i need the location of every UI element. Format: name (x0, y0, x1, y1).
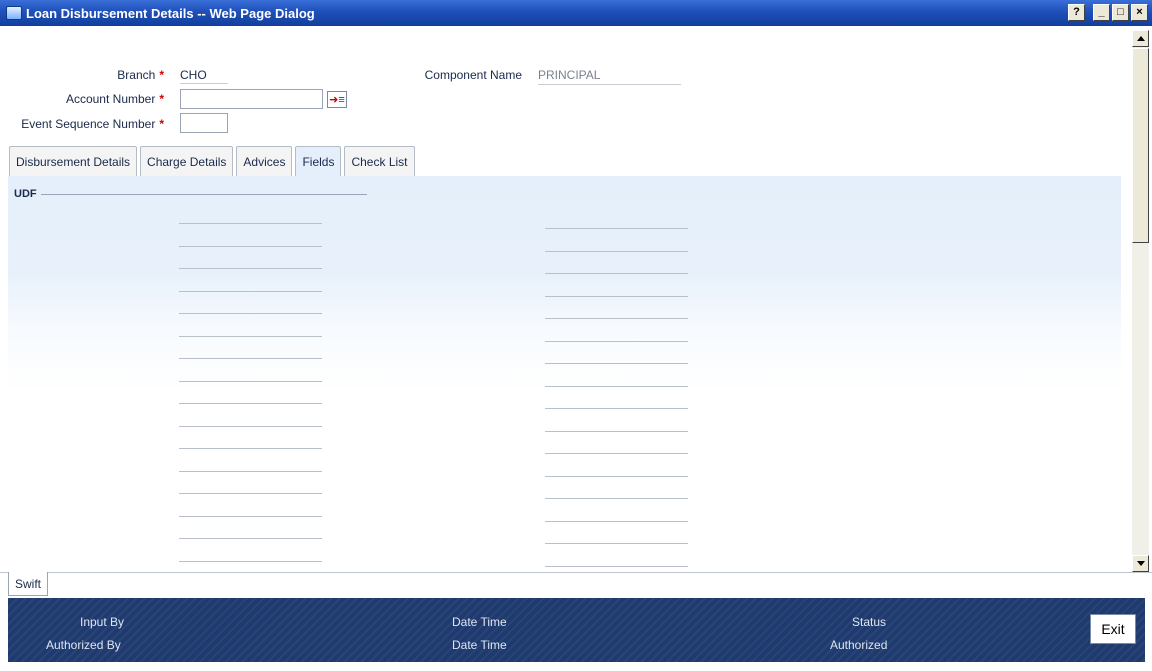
help-button[interactable]: ? (1068, 4, 1085, 21)
udf-field-left[interactable] (179, 425, 322, 427)
udf-field-left[interactable] (179, 380, 322, 382)
tab-advices[interactable]: Advices (236, 146, 293, 176)
udf-field-right[interactable] (545, 453, 688, 454)
window-title: Loan Disbursement Details -- Web Page Di… (26, 5, 315, 21)
required-star: * (159, 92, 164, 106)
udf-field-left[interactable] (179, 515, 322, 517)
udf-field-left[interactable] (179, 560, 322, 562)
udf-field-right[interactable] (545, 543, 688, 544)
udf-field-left[interactable] (179, 403, 322, 404)
component-name-field[interactable]: PRINCIPAL (538, 68, 681, 85)
authorized-by-label: Authorized By (46, 638, 121, 652)
maximize-button[interactable]: □ (1112, 4, 1129, 21)
account-number-lov-button[interactable]: ➜≡ (327, 91, 347, 108)
tab-charge-details[interactable]: Charge Details (140, 146, 234, 176)
tab-swift[interactable]: Swift (8, 572, 48, 596)
udf-field-right[interactable] (545, 565, 688, 567)
vertical-scrollbar[interactable] (1132, 30, 1149, 572)
input-by-label: Input By (80, 615, 125, 629)
udf-field-right[interactable] (545, 318, 688, 319)
tab-disbursement-details[interactable]: Disbursement Details (9, 146, 138, 176)
fields-panel: UDF (8, 176, 1121, 572)
ie-page-icon (6, 6, 22, 20)
date-time-label: Date Time (452, 615, 507, 629)
account-number-label: Account Number * (65, 92, 164, 106)
udf-field-left[interactable] (179, 290, 322, 292)
tab-fields[interactable]: Fields (295, 146, 342, 176)
window-controls: ? _ □ × (1068, 4, 1148, 21)
udf-field-right[interactable] (545, 295, 688, 297)
scroll-thumb[interactable] (1132, 48, 1149, 243)
tab-bar: Disbursement Details Charge Details Advi… (9, 146, 415, 176)
udf-field-right[interactable] (545, 228, 688, 229)
udf-field-left[interactable] (179, 268, 322, 269)
udf-field-left[interactable] (179, 448, 322, 449)
scroll-up-arrow-icon[interactable] (1132, 30, 1149, 47)
udf-field-left[interactable] (179, 538, 322, 539)
udf-field-left[interactable] (179, 223, 322, 224)
udf-field-right[interactable] (545, 475, 688, 477)
exit-button[interactable]: Exit (1090, 614, 1136, 644)
account-number-input[interactable] (180, 89, 323, 109)
tab-check-list[interactable]: Check List (344, 146, 415, 176)
event-sequence-input[interactable] (180, 113, 228, 133)
udf-field-right[interactable] (545, 430, 688, 432)
window-title-bar[interactable]: Loan Disbursement Details -- Web Page Di… (0, 0, 1152, 26)
status-label: Status (852, 615, 887, 629)
scroll-down-arrow-icon[interactable] (1132, 555, 1149, 572)
audit-footer: Input By Authorized By Date Time Date Ti… (8, 598, 1145, 662)
udf-legend: UDF (14, 188, 367, 200)
udf-field-right[interactable] (545, 408, 688, 409)
udf-field-left[interactable] (179, 313, 322, 314)
list-arrow-icon: ➜≡ (329, 94, 345, 106)
branch-field[interactable]: CHO (180, 68, 228, 84)
required-star: * (159, 117, 164, 131)
udf-field-left[interactable] (179, 358, 322, 359)
udf-field-right[interactable] (545, 340, 688, 342)
udf-field-left[interactable] (179, 245, 322, 247)
date-time-label-2: Date Time (452, 638, 507, 652)
close-button[interactable]: × (1131, 4, 1148, 21)
authorized-label: Authorized (830, 638, 888, 652)
branch-label: Branch * (117, 68, 164, 82)
udf-field-left[interactable] (179, 493, 322, 494)
udf-field-right[interactable] (545, 363, 688, 364)
udf-field-right[interactable] (545, 250, 688, 252)
event-sequence-label: Event Sequence Number * (21, 117, 164, 131)
udf-field-left[interactable] (179, 335, 322, 337)
udf-field-right[interactable] (545, 498, 688, 499)
udf-field-right[interactable] (545, 385, 688, 387)
udf-field-left[interactable] (179, 470, 322, 472)
divider (0, 572, 1152, 573)
minimize-button[interactable]: _ (1093, 4, 1110, 21)
udf-field-right[interactable] (545, 520, 688, 522)
component-name-label: Component Name (424, 68, 522, 82)
udf-field-right[interactable] (545, 273, 688, 274)
required-star: * (159, 68, 164, 82)
